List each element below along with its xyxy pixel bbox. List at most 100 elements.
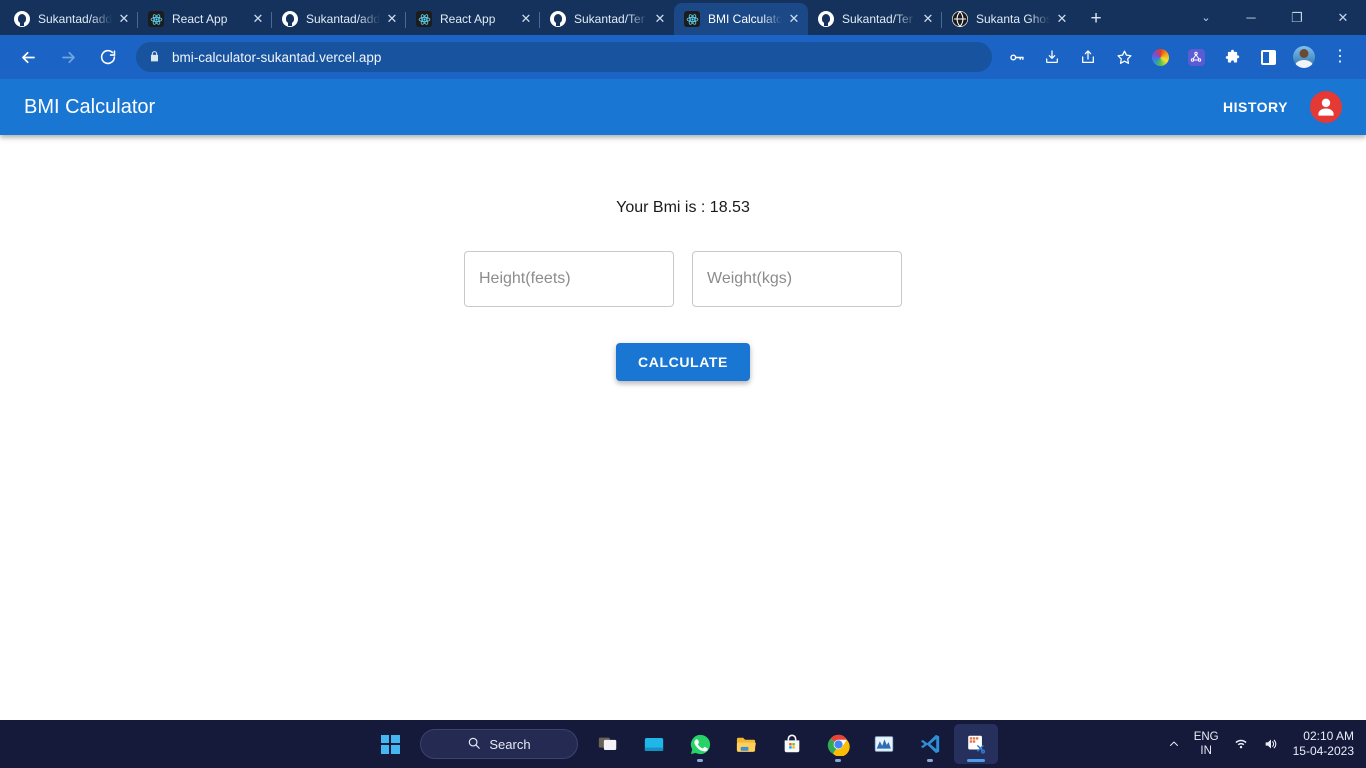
github-icon (14, 11, 30, 27)
browser-tab-4[interactable]: React App ✕ (406, 3, 540, 35)
github-icon (818, 11, 834, 27)
vs-code-icon[interactable] (908, 724, 952, 764)
weight-input[interactable] (692, 251, 902, 307)
tab-close-icon[interactable]: ✕ (384, 11, 400, 27)
snipping-tool-icon[interactable] (954, 724, 998, 764)
install-download-icon[interactable] (1038, 43, 1066, 71)
color-extension-icon[interactable] (1146, 43, 1174, 71)
taskbar-search-box[interactable]: Search (420, 729, 578, 759)
new-tab-button[interactable]: + (1082, 5, 1110, 33)
chevron-up-icon[interactable] (1168, 738, 1180, 750)
app-header-actions: HISTORY (1215, 91, 1342, 123)
button-row: CALCULATE (0, 343, 1366, 381)
tab-close-icon[interactable]: ✕ (1054, 11, 1070, 27)
whatsapp-icon[interactable] (678, 724, 722, 764)
close-window-button[interactable]: ✕ (1320, 0, 1366, 35)
tab-title: Sukantad/add (38, 12, 112, 26)
taskbar-center-group: Search (368, 724, 998, 764)
globe-icon (952, 11, 968, 27)
google-chrome-icon[interactable] (816, 724, 860, 764)
main-content: Your Bmi is : 18.53 CALCULATE (0, 135, 1366, 381)
page-viewport: BMI Calculator HISTORY Your Bmi is : 18.… (0, 79, 1366, 720)
reload-button[interactable] (93, 42, 123, 72)
github-icon (550, 11, 566, 27)
tab-title: React App (172, 12, 228, 26)
tab-title: React App (440, 12, 496, 26)
clock-time: 02:10 AM (1303, 729, 1354, 743)
back-button[interactable] (13, 42, 43, 72)
tab-title: Sukantad/Ter (574, 12, 645, 26)
minimize-button[interactable]: ─ (1228, 0, 1274, 35)
split-screen-icon[interactable] (1254, 43, 1282, 71)
wifi-icon[interactable] (1233, 736, 1249, 752)
running-indicator-active (967, 759, 985, 762)
browser-tab-2[interactable]: React App ✕ (138, 3, 272, 35)
url-text: bmi-calculator-sukantad.vercel.app (172, 49, 382, 65)
browser-tab-1[interactable]: Sukantad/add ✕ (4, 3, 138, 35)
react-icon (416, 11, 432, 27)
tab-search-chevron-icon[interactable]: ⌄ (1184, 0, 1228, 35)
github-icon (282, 11, 298, 27)
input-form-row (0, 251, 1366, 307)
running-indicator (835, 759, 841, 762)
start-icon[interactable] (368, 724, 412, 764)
react-icon (148, 11, 164, 27)
search-label: Search (489, 736, 531, 752)
three-dot-menu-icon[interactable]: ⋮ (1326, 43, 1354, 71)
react-icon (684, 11, 700, 27)
widgets-icon[interactable] (632, 724, 676, 764)
forward-button[interactable] (53, 42, 83, 72)
clock[interactable]: 02:10 AM 15-04-2023 (1293, 729, 1354, 759)
charts-app-icon[interactable] (862, 724, 906, 764)
history-button[interactable]: HISTORY (1215, 93, 1296, 121)
browser-tab-3[interactable]: Sukantad/add ✕ (272, 3, 406, 35)
tab-close-icon[interactable]: ✕ (920, 11, 936, 27)
running-indicator (697, 759, 703, 762)
calculate-button[interactable]: CALCULATE (616, 343, 750, 381)
browser-tab-7[interactable]: Sukantad/Ter ✕ (808, 3, 942, 35)
tab-strip: Sukantad/add ✕ React App ✕ Sukantad/add … (0, 0, 1366, 35)
share-icon[interactable] (1074, 43, 1102, 71)
profile-avatar-icon[interactable] (1290, 43, 1318, 71)
user-avatar-icon[interactable] (1310, 91, 1342, 123)
tab-title: BMI Calculato (708, 12, 782, 26)
bookmark-star-icon[interactable] (1110, 43, 1138, 71)
language-code: ENG (1193, 731, 1219, 743)
windows-taskbar: Search ENG IN 02:10 AM 15-04-2023 (0, 720, 1366, 768)
toolbar-icons: ⋮ (998, 43, 1358, 71)
app-header-bar: BMI Calculator HISTORY (0, 79, 1366, 135)
window-controls: ⌄ ─ ❐ ✕ (1184, 0, 1366, 35)
tab-close-icon[interactable]: ✕ (116, 11, 132, 27)
tab-title: Sukantad/Ter (842, 12, 913, 26)
search-icon (467, 736, 481, 753)
address-bar[interactable]: bmi-calculator-sukantad.vercel.app (136, 42, 992, 72)
extensions-puzzle-icon[interactable] (1218, 43, 1246, 71)
bmi-result-text: Your Bmi is : 18.53 (616, 199, 750, 216)
password-key-icon[interactable] (1002, 43, 1030, 71)
tab-close-icon[interactable]: ✕ (652, 11, 668, 27)
browser-toolbar: bmi-calculator-sukantad.vercel.app ⋮ (0, 35, 1366, 79)
tab-title: Sukanta Ghos (976, 12, 1050, 26)
height-input[interactable] (464, 251, 674, 307)
browser-window: Sukantad/add ✕ React App ✕ Sukantad/add … (0, 0, 1366, 720)
page-title: BMI Calculator (24, 95, 156, 118)
browser-tab-8[interactable]: Sukanta Ghos ✕ (942, 3, 1076, 35)
lock-icon (148, 50, 162, 64)
clock-date: 15-04-2023 (1292, 744, 1354, 758)
tab-close-icon[interactable]: ✕ (518, 11, 534, 27)
region-code: IN (1200, 745, 1212, 757)
language-indicator[interactable]: ENG IN (1194, 730, 1219, 758)
tab-title: Sukantad/add (306, 12, 380, 26)
system-tray: ENG IN 02:10 AM 15-04-2023 (1168, 729, 1366, 759)
browser-tab-5[interactable]: Sukantad/Ter ✕ (540, 3, 674, 35)
tab-close-icon[interactable]: ✕ (250, 11, 266, 27)
running-indicator (927, 759, 933, 762)
file-explorer-icon[interactable] (724, 724, 768, 764)
maximize-button[interactable]: ❐ (1274, 0, 1320, 35)
microsoft-store-icon[interactable] (770, 724, 814, 764)
browser-tab-6-active[interactable]: BMI Calculato ✕ (674, 3, 808, 35)
task-view-icon[interactable] (586, 724, 630, 764)
volume-icon[interactable] (1263, 736, 1279, 752)
tab-close-icon[interactable]: ✕ (786, 11, 802, 27)
node-extension-icon[interactable] (1182, 43, 1210, 71)
